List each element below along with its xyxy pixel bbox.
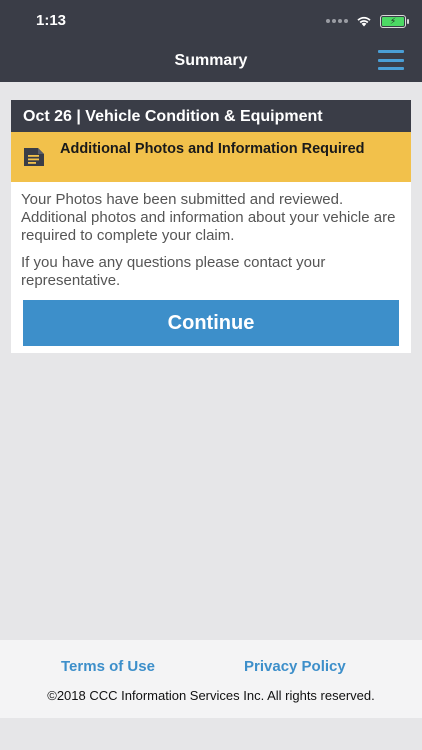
terms-of-use-link[interactable]: Terms of Use [61,658,155,675]
privacy-policy-link[interactable]: Privacy Policy [244,658,346,675]
card-header: Oct 26 | Vehicle Condition & Equipment [11,100,411,132]
top-bar: 1:13 ⚡ Summary [0,0,422,82]
status-icons: ⚡ [326,12,409,30]
contact-message: If you have any questions please contact… [21,254,326,289]
summary-card: Oct 26 | Vehicle Condition & Equipment A… [11,100,411,353]
wifi-icon [357,16,371,27]
battery-charging-icon: ⚡ [380,14,409,28]
page-title: Summary [174,52,248,69]
copyright-text: ©2018 CCC Information Services Inc. All … [47,688,375,703]
status-time: 1:13 [36,12,67,29]
document-icon [24,148,44,166]
cellular-signal-icon [326,19,348,23]
alert-title: Additional Photos and Information Requir… [60,141,365,157]
status-message: Your Photos have been submitted and revi… [21,191,396,244]
hamburger-menu-icon[interactable] [378,50,404,70]
footer: Terms of Use Privacy Policy ©2018 CCC In… [0,640,422,718]
continue-button[interactable]: Continue [23,300,399,346]
alert-banner: Additional Photos and Information Requir… [11,132,411,182]
footer-links: Terms of Use Privacy Policy [0,658,422,678]
